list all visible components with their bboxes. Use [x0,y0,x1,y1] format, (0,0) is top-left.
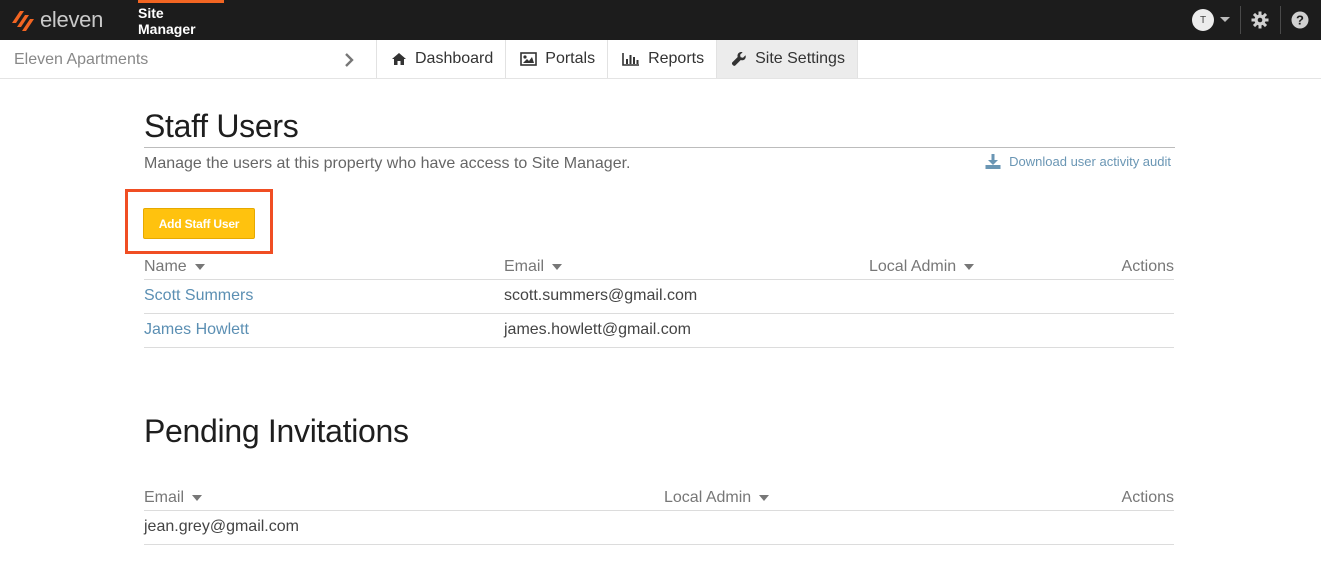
column-header-label: Local Admin [869,258,957,275]
row-divider [144,544,1174,545]
row-divider [144,510,1174,511]
tab-portals[interactable]: Portals [505,40,607,78]
staff-email: scott.summers@gmail.com [504,287,698,304]
row-divider [144,279,1174,280]
download-audit-link[interactable]: Download user activity audit [985,154,1171,169]
pending-invitations-table: Email Local Admin Actions jean.grey@gmai… [144,487,1174,547]
download-audit-label: Download user activity audit [1009,154,1171,169]
home-icon [392,53,406,65]
tab-label: Dashboard [415,50,494,67]
name-column-header[interactable]: Name [144,258,205,276]
column-header-label: Actions [1121,258,1174,275]
property-name[interactable]: Eleven Apartments [14,51,148,69]
svg-text:?: ? [1296,13,1304,28]
user-avatar[interactable]: T [1192,9,1214,31]
wrench-icon [732,52,746,66]
tab-label: Portals [545,50,596,67]
email-column-header[interactable]: Email [144,489,203,507]
tab-reports[interactable]: Reports [607,40,716,78]
row-divider [144,313,1174,314]
tab-label: Site Settings [755,50,845,67]
staff-users-table: Name Email Local Admin Actions Scott Sum… [144,256,1174,348]
sort-caret-icon [552,264,563,270]
staff-name-link[interactable]: Scott Summers [144,287,253,305]
pending-invitations-title: Pending Invitations [144,413,409,449]
local-admin-column-header[interactable]: Local Admin [869,258,975,276]
tab-site-settings[interactable]: Site Settings [716,40,858,78]
user-menu-caret-icon[interactable] [1219,14,1231,24]
staff-users-title: Staff Users [144,108,299,144]
row-divider [144,347,1174,348]
tab-dashboard[interactable]: Dashboard [376,40,505,78]
property-nav: Eleven Apartments Dashboard Portals Repo… [0,40,1321,79]
eleven-logo[interactable]: eleven [10,7,103,33]
actions-column-header: Actions [1122,489,1174,507]
column-header-label: Email [504,258,545,275]
column-header-label: Name [144,258,187,275]
staff-name-link[interactable]: James Howlett [144,321,249,339]
image-icon [520,52,538,66]
column-header-label: Local Admin [664,489,752,506]
staff-users-description: Manage the users at this property who ha… [144,155,631,172]
settings-gear-icon[interactable] [1250,10,1270,30]
download-icon [985,154,1001,169]
chevron-right-icon [345,53,354,67]
sort-caret-icon [759,495,770,501]
column-header-label: Email [144,489,185,506]
eleven-logo-icon [12,11,34,31]
tab-label: Reports [648,50,705,67]
local-admin-column-header[interactable]: Local Admin [664,489,770,507]
main-tabs: Dashboard Portals Reports Site Settings [376,40,858,78]
top-bar: eleven Site Manager T ? [0,0,1321,40]
sort-caret-icon [192,495,203,501]
header-divider [1240,6,1241,34]
app-title[interactable]: Site Manager [138,0,224,40]
sort-caret-icon [964,264,975,270]
invitation-email: jean.grey@gmail.com [144,518,299,535]
title-divider [144,147,1175,148]
email-column-header[interactable]: Email [504,258,563,276]
actions-column-header: Actions [1122,258,1174,276]
sort-caret-icon [194,264,205,270]
bar-chart-icon [622,53,640,66]
staff-email: james.howlett@gmail.com [504,321,691,338]
add-staff-user-button[interactable]: Add Staff User [143,208,255,239]
header-divider [1280,6,1281,34]
brand-name: eleven [40,7,104,32]
help-icon[interactable]: ? [1290,10,1310,30]
column-header-label: Actions [1121,489,1174,506]
